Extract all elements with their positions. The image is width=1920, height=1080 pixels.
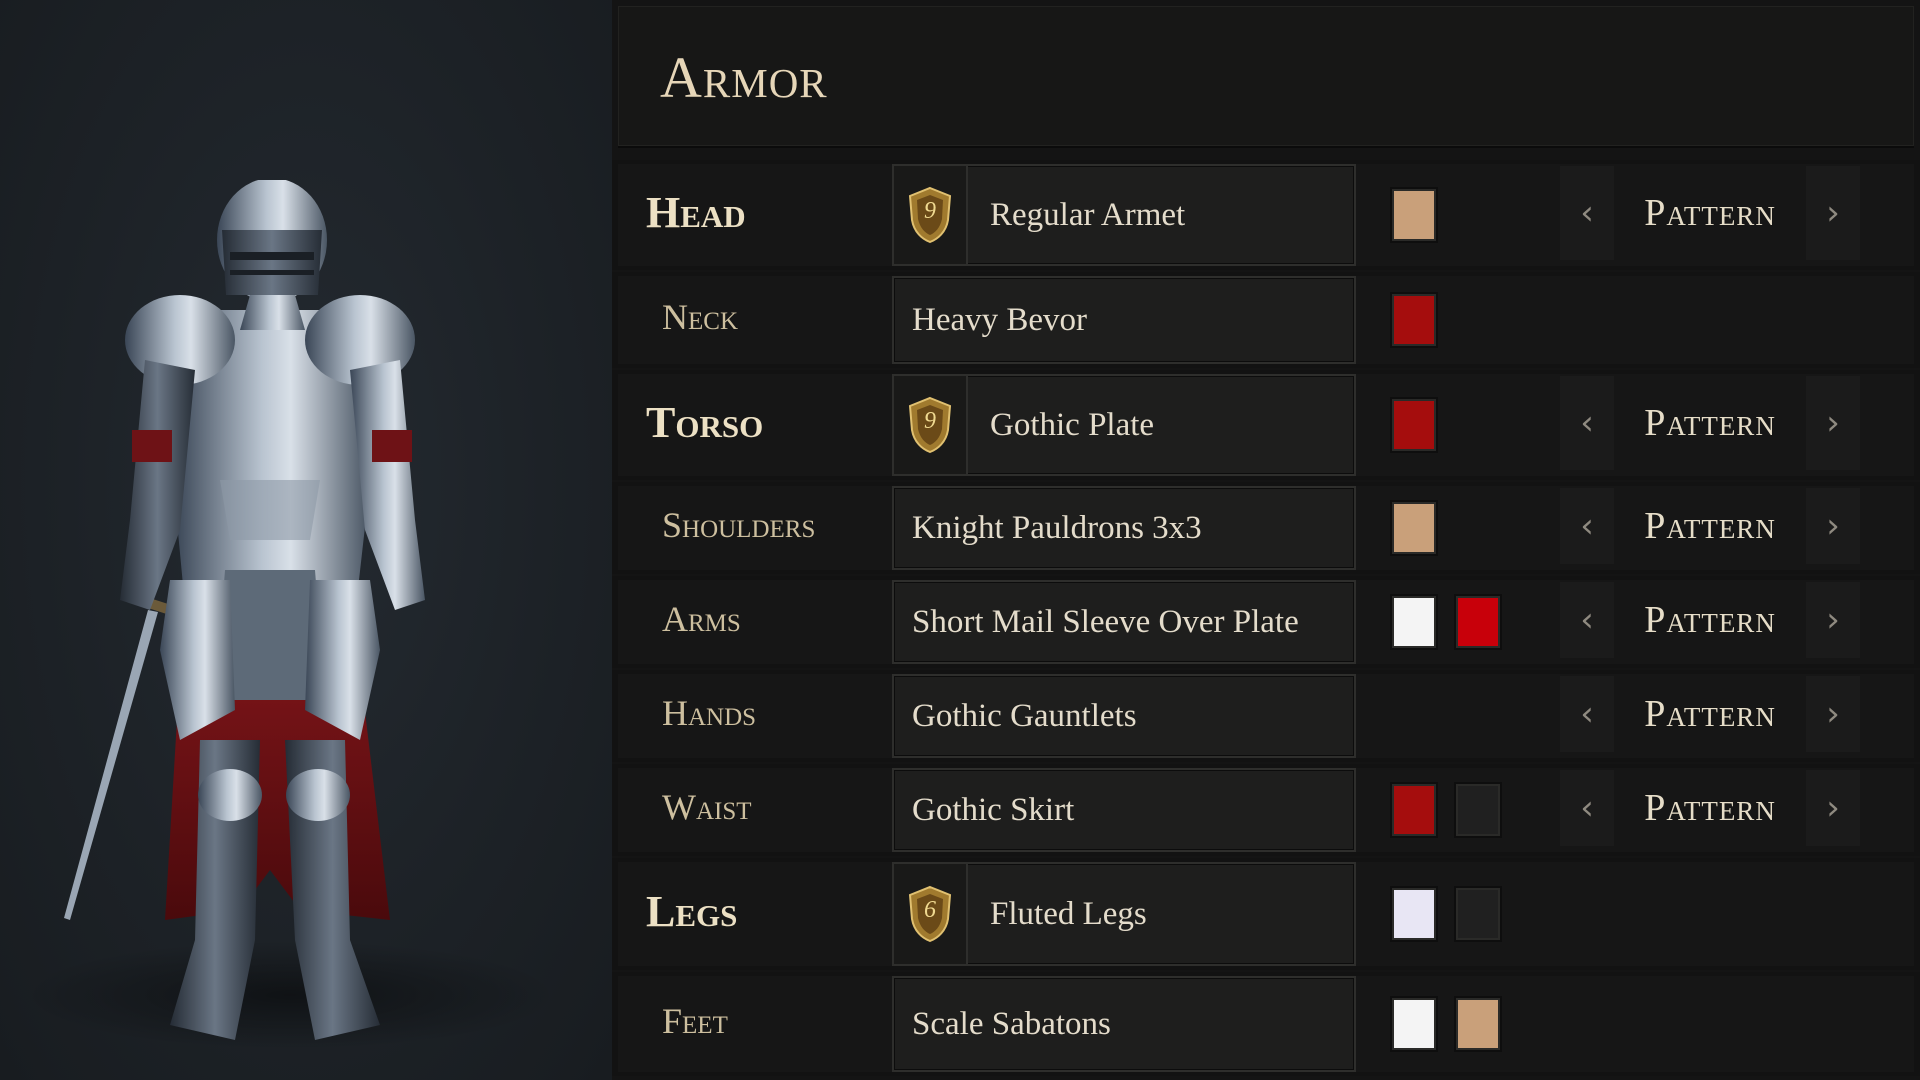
color-swatch-dark[interactable] <box>1456 784 1500 836</box>
chevron-right-icon[interactable]: › <box>1806 376 1860 470</box>
badge-level: 9 <box>924 408 936 434</box>
armor-slot-row-shoulders: Shoulders Knight Pauldrons 3x3 ‹ Pattern › <box>612 482 1920 574</box>
item-selector[interactable]: Short Mail Sleeve Over Plate <box>892 580 1356 664</box>
badge-level: 6 <box>924 897 936 923</box>
slot-label: Arms <box>662 599 741 639</box>
slot-label: Hands <box>662 693 757 733</box>
color-swatch-red[interactable] <box>1392 784 1436 836</box>
color-swatch-dark[interactable] <box>1456 888 1500 940</box>
panel-title: Armor <box>660 45 828 110</box>
item-selector[interactable]: 9 Regular Armet <box>892 164 1356 266</box>
pattern-label: Pattern <box>1644 402 1776 444</box>
item-name: Regular Armet <box>990 196 1186 233</box>
armor-slot-row-feet: Feet Scale Sabatons <box>612 972 1920 1076</box>
shield-badge-icon: 9 <box>894 166 968 264</box>
color-swatch-white[interactable] <box>1392 596 1436 648</box>
knight-figure <box>64 180 425 1040</box>
pattern-selector: ‹ Pattern › <box>1560 166 1860 260</box>
pattern-label: Pattern <box>1644 192 1776 234</box>
shield-badge-icon: 6 <box>894 864 968 964</box>
slot-label: Neck <box>662 297 738 337</box>
slot-label: Head <box>646 188 746 237</box>
chevron-left-icon[interactable]: ‹ <box>1560 770 1614 846</box>
item-name: Knight Pauldrons 3x3 <box>912 509 1202 546</box>
chevron-left-icon[interactable]: ‹ <box>1560 166 1614 260</box>
item-name: Heavy Bevor <box>912 301 1088 338</box>
armor-slot-row-neck: Neck Heavy Bevor <box>612 272 1920 368</box>
color-swatch-white[interactable] <box>1392 998 1436 1050</box>
item-name: Short Mail Sleeve Over Plate <box>912 603 1299 640</box>
color-swatch-lavender-white[interactable] <box>1392 888 1436 940</box>
item-selector[interactable]: Gothic Gauntlets <box>892 674 1356 758</box>
chevron-left-icon[interactable]: ‹ <box>1560 376 1614 470</box>
pattern-label: Pattern <box>1644 505 1776 547</box>
item-name: Gothic Skirt <box>912 791 1075 828</box>
pattern-label: Pattern <box>1644 693 1776 735</box>
armor-slot-row-waist: Waist Gothic Skirt ‹ Pattern › <box>612 764 1920 856</box>
chevron-right-icon[interactable]: › <box>1806 770 1860 846</box>
pattern-selector: ‹ Pattern › <box>1560 582 1860 658</box>
pattern-selector: ‹ Pattern › <box>1560 488 1860 564</box>
slot-label: Feet <box>662 1001 728 1041</box>
slot-label: Legs <box>646 887 738 936</box>
item-selector[interactable]: Heavy Bevor <box>892 276 1356 364</box>
color-swatch-tan[interactable] <box>1456 998 1500 1050</box>
pattern-selector: ‹ Pattern › <box>1560 376 1860 470</box>
slot-label: Waist <box>662 787 752 827</box>
panel-header: Armor <box>618 6 1914 148</box>
color-swatch-red[interactable] <box>1392 399 1436 451</box>
chevron-right-icon[interactable]: › <box>1806 488 1860 564</box>
item-name: Fluted Legs <box>990 895 1147 932</box>
color-swatch-bright-red[interactable] <box>1456 596 1500 648</box>
pattern-selector: ‹ Pattern › <box>1560 676 1860 752</box>
item-selector[interactable]: Knight Pauldrons 3x3 <box>892 486 1356 570</box>
armor-panel: Armor Head 9 Regular Armet ‹ Pattern › Neck Hea… <box>612 0 1920 1080</box>
chevron-right-icon[interactable]: › <box>1806 676 1860 752</box>
armor-slot-row-hands: Hands Gothic Gauntlets ‹ Pattern › <box>612 670 1920 762</box>
item-selector[interactable]: 9 Gothic Plate <box>892 374 1356 476</box>
character-preview[interactable] <box>0 0 612 1080</box>
pattern-label: Pattern <box>1644 599 1776 641</box>
item-selector[interactable]: Scale Sabatons <box>892 976 1356 1072</box>
item-selector[interactable]: 6 Fluted Legs <box>892 862 1356 966</box>
armor-slot-row-torso: Torso 9 Gothic Plate ‹ Pattern › <box>612 370 1920 480</box>
armor-slot-row-arms: Arms Short Mail Sleeve Over Plate ‹ Pattern… <box>612 576 1920 668</box>
shield-badge-icon: 9 <box>894 376 968 474</box>
chevron-left-icon[interactable]: ‹ <box>1560 676 1614 752</box>
slot-label: Torso <box>646 398 764 447</box>
color-swatch-tan[interactable] <box>1392 189 1436 241</box>
armor-customization-screen: Armor Head 9 Regular Armet ‹ Pattern › Neck Hea… <box>0 0 1920 1080</box>
pattern-selector: ‹ Pattern › <box>1560 770 1860 846</box>
color-swatch-red[interactable] <box>1392 294 1436 346</box>
chevron-right-icon[interactable]: › <box>1806 582 1860 658</box>
chevron-left-icon[interactable]: ‹ <box>1560 488 1614 564</box>
item-name: Gothic Gauntlets <box>912 697 1137 734</box>
pattern-label: Pattern <box>1644 787 1776 829</box>
armor-slot-row-head: Head 9 Regular Armet ‹ Pattern › <box>612 160 1920 270</box>
badge-level: 9 <box>924 198 936 224</box>
color-swatch-tan[interactable] <box>1392 502 1436 554</box>
slot-label: Shoulders <box>662 505 816 545</box>
chevron-right-icon[interactable]: › <box>1806 166 1860 260</box>
chevron-left-icon[interactable]: ‹ <box>1560 582 1614 658</box>
armor-slot-row-legs: Legs 6 Fluted Legs <box>612 858 1920 970</box>
item-name: Scale Sabatons <box>912 1005 1111 1042</box>
item-selector[interactable]: Gothic Skirt <box>892 768 1356 852</box>
item-name: Gothic Plate <box>990 406 1155 443</box>
